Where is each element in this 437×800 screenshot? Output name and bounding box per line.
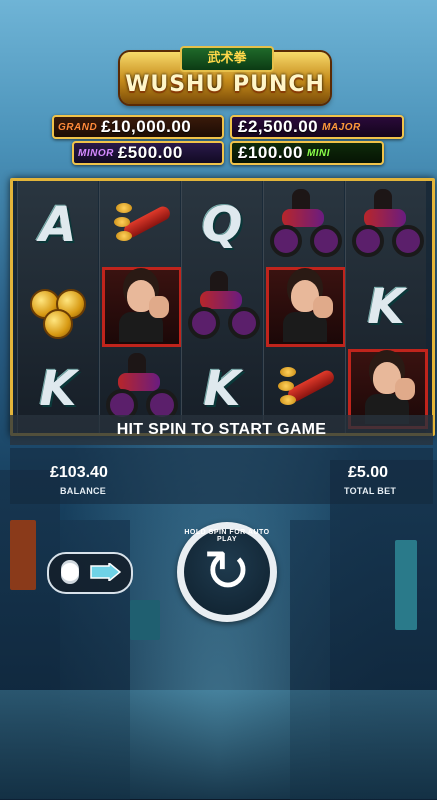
- firecracker-symbol: [100, 185, 180, 265]
- firecracker-bead: [280, 395, 296, 405]
- total-bet-label: TOTAL BET: [344, 486, 397, 496]
- bike-wheel: [310, 225, 342, 257]
- logo-chinese-text: 武术拳: [180, 46, 274, 72]
- jackpot-grand-label: GRAND: [58, 121, 98, 133]
- reel-2: [99, 181, 182, 433]
- bike-wheel: [270, 225, 302, 257]
- motorbike-symbol: [264, 185, 344, 265]
- balance-value: £103.40: [50, 464, 108, 481]
- reel-grid: A K Q K K: [10, 178, 435, 436]
- start-game-message: HIT SPIN TO START GAME: [116, 421, 327, 438]
- bike-wheel: [352, 225, 384, 257]
- fighter-woman-symbol: [102, 267, 182, 347]
- jackpot-grand-value: £10,000.00: [101, 117, 192, 136]
- jackpot-major-value: £2,500.00: [238, 117, 319, 136]
- jackpot-minor-label: MINOR: [78, 147, 114, 159]
- jackpot-major: £2,500.00 MAJOR: [230, 115, 404, 139]
- total-bet-value: £5.00: [348, 464, 389, 481]
- neon-sign: [10, 520, 36, 590]
- woman-fist: [313, 296, 333, 318]
- woman-fist: [149, 296, 169, 318]
- woman-fist: [395, 378, 415, 400]
- coin-stack-icon: [61, 563, 79, 581]
- firecracker-bead: [116, 231, 132, 241]
- coin-symbol: [18, 267, 98, 347]
- firecracker-bead: [114, 217, 130, 227]
- neon-sign: [130, 600, 160, 640]
- firecracker-bead: [280, 367, 296, 377]
- refresh-icon: ↻: [202, 537, 252, 605]
- symbol-letter-text: K: [39, 361, 77, 417]
- coin-icon: [43, 309, 73, 339]
- firecracker-bead: [116, 203, 132, 213]
- balance-label: BALANCE: [60, 486, 107, 496]
- symbol-letter-text: K: [203, 361, 241, 417]
- symbol-letter: K: [346, 267, 426, 347]
- jackpot-mini-value: £100.00: [238, 143, 303, 162]
- jackpot-minor: MINOR £500.00: [72, 141, 224, 165]
- message-bar: HIT SPIN TO START GAME: [10, 415, 433, 445]
- jackpot-mini-label: MINI: [306, 147, 331, 159]
- rainy-street: [0, 690, 437, 799]
- autoplay-hint: HOLD SPIN FOR AUTO PLAY: [184, 529, 270, 543]
- bike-wheel: [188, 307, 220, 339]
- motorbike-symbol: [182, 267, 262, 347]
- reel-4: [263, 181, 346, 433]
- symbol-letter: A: [18, 185, 98, 265]
- reel-5: K: [345, 181, 428, 433]
- bike-wheel: [392, 225, 424, 257]
- symbol-letter-text: K: [367, 279, 405, 335]
- jackpot-mini: £100.00 MINI: [230, 141, 384, 165]
- logo-title: WUSHU PUNCH: [125, 72, 325, 97]
- reel-1: A K: [17, 181, 98, 433]
- info-bar: £103.40 BALANCE £5.00 TOTAL BET: [10, 448, 433, 504]
- fighter-woman-symbol: [266, 267, 346, 347]
- game-logo: 武术拳 WUSHU PUNCH: [120, 46, 330, 104]
- bike-wheel: [228, 307, 260, 339]
- jackpot-major-label: MAJOR: [322, 121, 361, 133]
- neon-sign: [395, 540, 417, 630]
- arrow-right-icon: [90, 563, 121, 581]
- firecracker-bead: [278, 381, 294, 391]
- reel-3: Q K: [181, 181, 262, 433]
- stake-button[interactable]: [47, 552, 133, 594]
- motorbike-symbol: [346, 185, 426, 265]
- symbol-letter-text: A: [39, 197, 77, 253]
- symbol-letter-text: Q: [201, 197, 243, 253]
- jackpot-minor-value: £500.00: [117, 143, 183, 162]
- symbol-letter: Q: [182, 185, 262, 265]
- jackpot-grand: GRAND £10,000.00: [52, 115, 224, 139]
